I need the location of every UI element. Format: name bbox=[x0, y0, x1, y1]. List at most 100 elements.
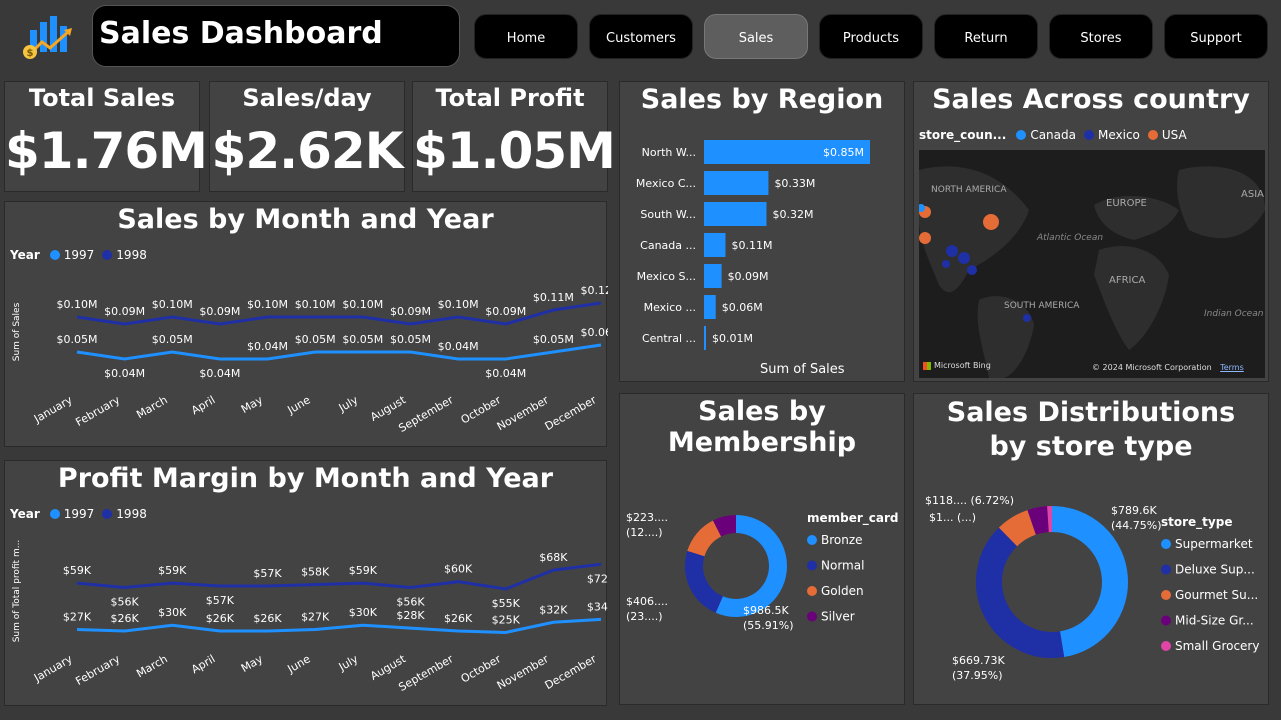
donut-legend-item[interactable]: Small Grocery bbox=[1175, 639, 1259, 653]
region-bar[interactable] bbox=[704, 295, 716, 319]
data-label: $0.05M bbox=[342, 333, 383, 346]
data-label: $26K bbox=[206, 612, 235, 625]
donut-data-label: $669.73K bbox=[952, 654, 1005, 667]
x-tick-label: February bbox=[73, 652, 122, 688]
donut-slice-bronze[interactable] bbox=[715, 515, 787, 617]
map-label-north-america: NORTH AMERICA bbox=[931, 185, 1007, 195]
x-tick-label: July bbox=[336, 393, 361, 415]
nav-stores-button[interactable]: Stores bbox=[1049, 14, 1153, 59]
data-label: $0.10M bbox=[57, 298, 98, 311]
legend-dot bbox=[807, 586, 817, 596]
map-bubble-usa[interactable] bbox=[983, 214, 999, 230]
terms-link[interactable]: Terms bbox=[1220, 363, 1244, 372]
donut-legend-item[interactable]: Supermarket bbox=[1175, 537, 1253, 551]
donut-legend-item[interactable]: Normal bbox=[821, 559, 864, 573]
data-label: $0.04M bbox=[199, 367, 240, 380]
nav-return-button[interactable]: Return bbox=[934, 14, 1038, 59]
map-label-atlantic: Atlantic Ocean bbox=[1036, 233, 1103, 243]
data-label: $0.10M bbox=[438, 298, 479, 311]
data-label: $0.10M bbox=[295, 298, 336, 311]
sales-by-membership-panel: Sales by Membership $986.5K (55.91%) $406.… bbox=[619, 393, 905, 705]
legend-usa: USA bbox=[1161, 128, 1187, 142]
sales-map-title: Sales Across country bbox=[932, 84, 1250, 115]
legend-dot-usa bbox=[1147, 130, 1158, 140]
donut-data-label: $223.... bbox=[626, 511, 668, 524]
legend-dot bbox=[1161, 641, 1171, 651]
sales-by-region-panel: Sales by Region North W... $0.85M Mexico C… bbox=[619, 81, 905, 382]
data-label: $59K bbox=[349, 564, 378, 577]
page-title-box: Sales Dashboard bbox=[92, 5, 460, 67]
series-line-1998[interactable] bbox=[76, 562, 602, 591]
data-label: $26K bbox=[444, 612, 473, 625]
nav-sales-button[interactable]: Sales bbox=[704, 14, 808, 59]
x-tick-label: March bbox=[134, 652, 170, 680]
legend-dot bbox=[807, 535, 817, 545]
sales-by-month-panel: Sales by Month and Year Year 1997 1998 S… bbox=[4, 201, 608, 447]
data-label: $0.04M bbox=[247, 340, 288, 353]
region-bar[interactable] bbox=[704, 326, 706, 350]
kpi-value: $2.62K bbox=[211, 122, 404, 180]
donut-legend-item[interactable]: Golden bbox=[821, 584, 864, 598]
region-category-label: Mexico S... bbox=[637, 270, 696, 283]
kpi-title: Total Sales bbox=[28, 84, 176, 112]
region-bar[interactable] bbox=[704, 233, 726, 257]
map-bubble-mexico[interactable] bbox=[958, 252, 970, 264]
map-copyright: © 2024 Microsoft Corporation Terms bbox=[1092, 363, 1244, 372]
data-label: $0.12M bbox=[581, 284, 608, 297]
donut-legend-item[interactable]: Bronze bbox=[821, 533, 863, 547]
x-tick-label: December bbox=[543, 393, 599, 433]
region-bar[interactable] bbox=[704, 171, 769, 195]
data-label: $0.09M bbox=[485, 305, 526, 318]
region-bar[interactable] bbox=[704, 264, 722, 288]
map-bubble-mexico[interactable] bbox=[946, 245, 958, 257]
data-label: $28K bbox=[396, 609, 425, 622]
donut-slice-mid-size-gr-[interactable] bbox=[1027, 506, 1050, 535]
x-tick-label: February bbox=[73, 393, 122, 429]
store-type-donut-chart: $789.6K (44.75%) $669.73K (37.95%) $118.... … bbox=[925, 494, 1259, 682]
map-bubble-usa[interactable] bbox=[919, 232, 931, 244]
data-label: $30K bbox=[349, 606, 378, 619]
nav-products-button[interactable]: Products bbox=[819, 14, 923, 59]
region-bar[interactable] bbox=[704, 202, 767, 226]
data-label: $0.09M bbox=[199, 305, 240, 318]
series-line-1997[interactable] bbox=[76, 617, 602, 634]
donut-slice-gourmet-su-[interactable] bbox=[998, 510, 1037, 547]
data-label: $26K bbox=[253, 612, 282, 625]
region-category-label: Canada ... bbox=[640, 239, 696, 252]
donut-legend-item[interactable]: Deluxe Sup... bbox=[1175, 563, 1255, 577]
data-label: $0.10M bbox=[247, 298, 288, 311]
nav-home-button[interactable]: Home bbox=[474, 14, 578, 59]
data-label: $0.10M bbox=[152, 298, 193, 311]
y-axis-label: Sum of Sales bbox=[12, 302, 22, 361]
x-tick-label: July bbox=[336, 652, 361, 674]
donut-data-label: (23....) bbox=[626, 610, 663, 623]
donut-slice-deluxe-sup-[interactable] bbox=[976, 527, 1065, 658]
map-bubble-mexico[interactable] bbox=[1023, 314, 1031, 322]
sales-by-month-chart: Sum of Sales $0.05M $0.04M $0.05M $0.04M $0.0… bbox=[12, 284, 608, 435]
region-category-label: South W... bbox=[640, 208, 696, 221]
map-bubble-mexico[interactable] bbox=[967, 265, 977, 275]
x-tick-label: May bbox=[239, 393, 266, 416]
region-category-label: Mexico C... bbox=[636, 177, 696, 190]
nav-customers-button[interactable]: Customers bbox=[589, 14, 693, 59]
series-line-1997[interactable] bbox=[76, 343, 602, 361]
legend-dot bbox=[1161, 590, 1171, 600]
map-bubble-mexico[interactable] bbox=[942, 260, 950, 268]
donut-slice-silver[interactable] bbox=[712, 515, 737, 537]
donut-legend-item[interactable]: Mid-Size Gr... bbox=[1175, 614, 1254, 628]
x-tick-label: November bbox=[495, 652, 551, 692]
svg-text:$: $ bbox=[27, 48, 34, 59]
donut-legend-item[interactable]: Gourmet Su... bbox=[1175, 588, 1258, 602]
data-label: $56K bbox=[111, 596, 140, 609]
map-canvas[interactable]: NORTH AMERICA EUROPE ASIA AFRICA SOUTH A… bbox=[919, 150, 1265, 378]
nav-support-button[interactable]: Support bbox=[1164, 14, 1268, 59]
x-tick-label: March bbox=[134, 393, 170, 421]
donut-legend-item[interactable]: Silver bbox=[821, 610, 855, 624]
x-tick-label: April bbox=[189, 652, 217, 676]
donut-slice-golden[interactable] bbox=[687, 520, 722, 557]
data-label: $0.09M bbox=[390, 305, 431, 318]
data-label: $0.04M bbox=[485, 367, 526, 380]
donut-slice-supermarket[interactable] bbox=[1051, 506, 1128, 658]
donut-data-label: $789.6K bbox=[1111, 504, 1157, 517]
donut-slice-normal[interactable] bbox=[685, 550, 724, 613]
